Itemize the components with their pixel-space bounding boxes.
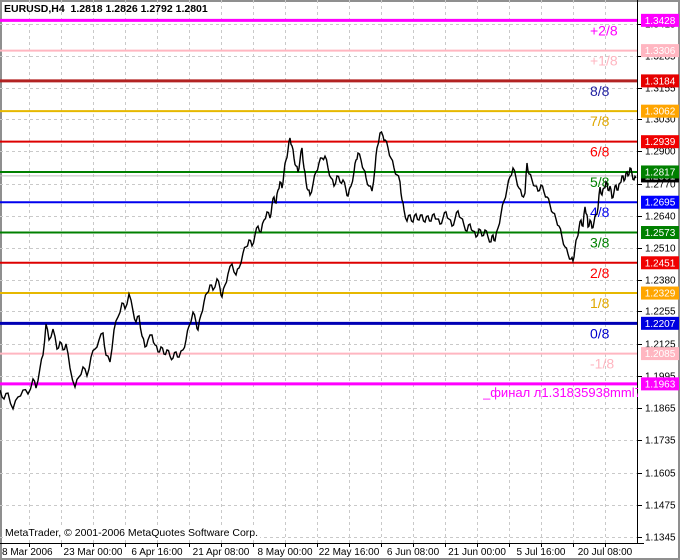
chart-plot-area[interactable]: 1.34151.32851.31551.30301.29001.27701.26…: [0, 0, 680, 560]
price-tick-label: 1.2380: [645, 276, 676, 287]
price-badge-text: 1.2451: [645, 258, 676, 269]
mml-level-label: +2/8: [590, 22, 618, 38]
mml-level-label: 7/8: [590, 113, 610, 129]
time-axis-label: 8 Mar 2006: [2, 547, 53, 558]
price-badge-text: 1.3306: [645, 46, 676, 57]
mml-level-label: 4/8: [590, 204, 610, 220]
mml-level-label: 6/8: [590, 144, 610, 160]
metatrader-chart-window: 1.34151.32851.31551.30301.29001.27701.26…: [0, 0, 680, 560]
price-tick-label: 1.1865: [645, 404, 676, 415]
price-tick-label: 1.1475: [645, 501, 676, 512]
time-axis-label: 23 Mar 00:00: [64, 547, 123, 558]
mml-level-label: 8/8: [590, 83, 610, 99]
mml-level-label: 0/8: [590, 325, 610, 341]
metatrader-watermark: MetaTrader, © 2001-2006 MetaQuotes Softw…: [3, 527, 260, 539]
chart-symbol-title: EURUSD,H4 1.2818 1.2826 1.2792 1.2801: [4, 3, 208, 15]
price-badge-text: 1.2573: [645, 228, 676, 239]
price-badge-text: 1.2817: [645, 167, 676, 178]
time-axis-label: 22 May 16:00: [319, 547, 380, 558]
chart-canvas: 1.34151.32851.31551.30301.29001.27701.26…: [0, 0, 680, 560]
price-badge-text: 1.1963: [645, 379, 676, 390]
price-tick-label: 1.1605: [645, 469, 676, 480]
price-badge-text: 1.3184: [645, 76, 676, 87]
price-tick-label: 1.2510: [645, 244, 676, 255]
price-badge-text: 1.3062: [645, 107, 676, 118]
mml-level-label: +1/8: [590, 53, 618, 69]
mml-level-label: -1/8: [590, 356, 614, 372]
mml-level-label: 2/8: [590, 265, 610, 281]
price-badge-text: 1.3428: [645, 16, 676, 27]
time-axis-label: 6 Apr 16:00: [131, 547, 183, 558]
price-badge-text: 1.2329: [645, 289, 676, 300]
mml-final-annotation: _финал л1.31835938mml7: [483, 385, 638, 400]
price-tick-label: 1.2255: [645, 307, 676, 318]
mml-level-label: 1/8: [590, 295, 610, 311]
price-tick-label: 1.1735: [645, 436, 676, 447]
price-badge-text: 1.2085: [645, 349, 676, 360]
price-tick-label: 1.2640: [645, 212, 676, 223]
price-badge-text: 1.2939: [645, 137, 676, 148]
price-badge-text: 1.2207: [645, 319, 676, 330]
time-axis-label: 6 Jun 08:00: [387, 547, 440, 558]
time-axis-label: 21 Apr 08:00: [193, 547, 250, 558]
time-axis-label: 8 May 00:00: [257, 547, 312, 558]
time-axis-label: 20 Jul 08:00: [578, 547, 633, 558]
price-badge-text: 1.2695: [645, 198, 676, 209]
price-tick-label: 1.1345: [645, 533, 676, 544]
mml-level-label: 3/8: [590, 235, 610, 251]
time-axis-label: 5 Jul 16:00: [517, 547, 566, 558]
time-axis-label: 21 Jun 00:00: [448, 547, 506, 558]
